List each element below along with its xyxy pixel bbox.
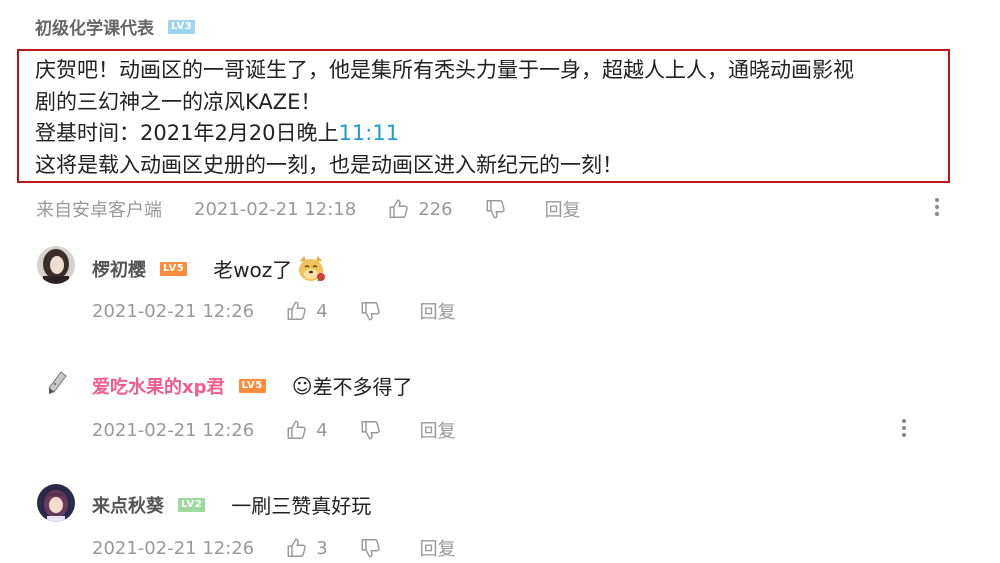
level-badge: LV5 bbox=[160, 261, 188, 276]
main-comment-text: 庆贺吧！动画区的一哥诞生了，他是集所有秃头力量于一身，超越人上人，通晓动画影视 … bbox=[17, 49, 950, 183]
more-options-icon[interactable] bbox=[934, 198, 940, 216]
reply-3-meta: 2021-02-21 12:26 3 回复 bbox=[92, 535, 456, 561]
level-badge: LV5 bbox=[238, 378, 266, 393]
main-comment-meta: 来自安卓客户端 2021-02-21 12:18 226 回复 bbox=[36, 196, 581, 222]
main-comment-author[interactable]: 初级化学课代表 LV3 bbox=[35, 14, 196, 39]
dislike-button[interactable] bbox=[360, 300, 382, 322]
reply-date: 2021-02-21 12:26 bbox=[92, 300, 255, 322]
dislike-button[interactable] bbox=[485, 198, 507, 220]
thumbs-up-icon bbox=[389, 199, 408, 218]
avatar[interactable] bbox=[37, 484, 75, 522]
like-count: 3 bbox=[316, 537, 328, 559]
dislike-button[interactable] bbox=[360, 419, 382, 441]
reply-button[interactable]: 回复 bbox=[420, 535, 456, 561]
doge-emote-icon bbox=[299, 255, 326, 281]
reply-text-content: 差不多得了 bbox=[312, 375, 413, 399]
time-link[interactable]: 11:11 bbox=[339, 121, 400, 145]
reply-text-content: 一刷三赞真好玩 bbox=[231, 494, 372, 518]
reply-text-content: 老woz了 bbox=[213, 258, 293, 282]
avatar[interactable] bbox=[37, 246, 75, 284]
reply-2-meta: 2021-02-21 12:26 4 回复 bbox=[92, 417, 456, 443]
reply-3: 来点秋葵 LV2 一刷三赞真好玩 bbox=[92, 490, 371, 519]
like-button[interactable]: 4 bbox=[286, 300, 328, 322]
reply-date: 2021-02-21 12:26 bbox=[92, 419, 255, 441]
reply-text: 一刷三赞真好玩 bbox=[231, 490, 371, 519]
reply-button[interactable]: 回复 bbox=[420, 417, 456, 443]
comment-line-2: 剧的三幻神之一的凉风KAZE！ bbox=[35, 89, 322, 114]
reply-1: 椤初樱 LV5 老woz了 bbox=[92, 254, 326, 283]
comment-line-3: 登基时间：2021年2月20日晚上11:11 bbox=[35, 118, 948, 150]
like-button[interactable]: 3 bbox=[286, 537, 328, 559]
comment-date: 2021-02-21 12:18 bbox=[194, 198, 357, 220]
like-button[interactable]: 226 bbox=[388, 198, 453, 220]
smile-emoji-icon: ☺ bbox=[291, 373, 313, 398]
level-badge: LV3 bbox=[168, 19, 196, 34]
reply-2: 爱吃水果的xp君 LV5 ☺ 差不多得了 bbox=[92, 371, 413, 400]
avatar[interactable] bbox=[37, 364, 75, 402]
reply-username[interactable]: 爱吃水果的xp君 bbox=[92, 373, 225, 399]
thumbs-down-icon bbox=[486, 200, 505, 219]
thumbs-up-icon bbox=[287, 420, 306, 439]
like-count: 4 bbox=[316, 300, 328, 322]
comment-line-4: 这将是载入动画区史册的一刻，也是动画区进入新纪元的一刻！ bbox=[35, 152, 623, 177]
reply-text: ☺ 差不多得了 bbox=[292, 371, 413, 400]
thumbs-down-icon bbox=[361, 539, 380, 558]
dislike-button[interactable] bbox=[360, 537, 382, 559]
more-options-icon[interactable] bbox=[901, 419, 907, 437]
level-badge: LV2 bbox=[178, 497, 206, 512]
reply-1-meta: 2021-02-21 12:26 4 回复 bbox=[92, 298, 456, 324]
avatar-image bbox=[37, 246, 75, 284]
thumbs-up-icon bbox=[287, 301, 306, 320]
reply-username[interactable]: 来点秋葵 bbox=[92, 492, 164, 518]
thumbs-up-icon bbox=[287, 538, 306, 557]
source-label: 来自安卓客户端 bbox=[36, 200, 162, 221]
avatar-image bbox=[37, 484, 75, 522]
coronation-time-label: 登基时间：2021年2月20日晚上 bbox=[35, 121, 339, 145]
reply-date: 2021-02-21 12:26 bbox=[92, 537, 255, 559]
thumbs-down-icon bbox=[361, 302, 380, 321]
author-name[interactable]: 初级化学课代表 bbox=[35, 14, 154, 39]
reply-button[interactable]: 回复 bbox=[545, 196, 581, 222]
like-button[interactable]: 4 bbox=[286, 419, 328, 441]
like-count: 226 bbox=[418, 198, 453, 220]
avatar-image bbox=[37, 364, 75, 402]
comment-line-1: 庆贺吧！动画区的一哥诞生了，他是集所有秃头力量于一身，超越人上人，通晓动画影视 bbox=[35, 58, 854, 82]
reply-text: 老woz了 bbox=[213, 254, 326, 283]
reply-button[interactable]: 回复 bbox=[420, 298, 456, 324]
like-count: 4 bbox=[316, 419, 328, 441]
thumbs-down-icon bbox=[361, 421, 380, 440]
reply-username[interactable]: 椤初樱 bbox=[92, 256, 146, 282]
